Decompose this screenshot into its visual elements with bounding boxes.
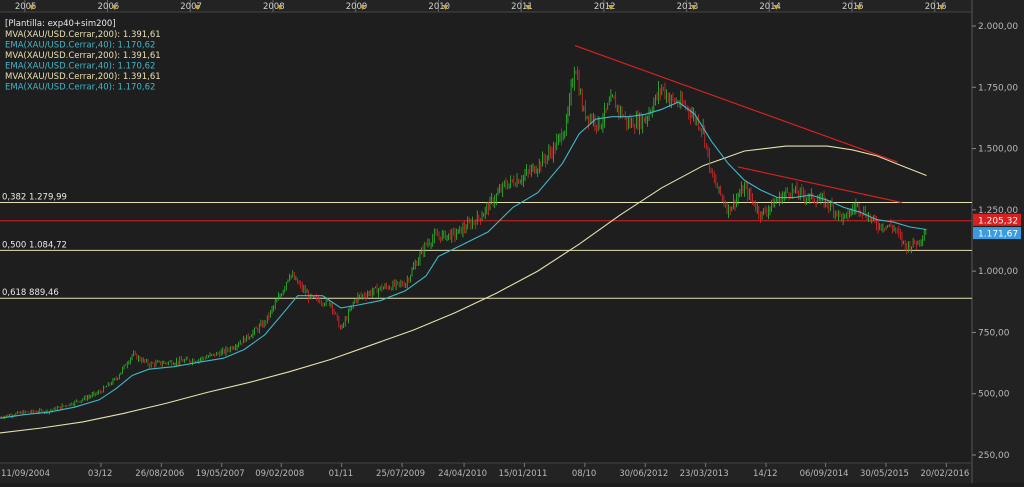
y-tick-label: 750,00 xyxy=(978,328,1010,338)
legend-entry: MVA(XAU/USD.Cerrar,200): 1.391,61 xyxy=(5,72,161,82)
date-tick-label: 23/03/2013 xyxy=(680,469,729,479)
legend-entry: EMA(XAU/USD.Cerrar,40): 1.170,62 xyxy=(5,41,155,51)
date-tick-label: 14/12 xyxy=(753,469,778,479)
date-tick-label: 20/02/2016 xyxy=(920,469,969,479)
date-tick-label: 19/05/2007 xyxy=(196,469,245,479)
legend-entry: MVA(XAU/USD.Cerrar,200): 1.391,61 xyxy=(5,30,161,40)
y-tick-label: 2.000,00 xyxy=(978,22,1018,32)
date-tick-label: 25/07/2009 xyxy=(376,469,425,479)
y-tick-label: 1.000,00 xyxy=(978,267,1018,277)
y-tick-label: 1.500,00 xyxy=(978,145,1018,155)
fib-level-label: 0,618 889,46 xyxy=(2,288,59,298)
y-tick-label: 500,00 xyxy=(978,390,1010,400)
template-label: [Plantilla: exp40+sim200] xyxy=(5,19,116,29)
date-tick-label: 08/10 xyxy=(572,469,597,479)
price-badge-label: 1.205,32 xyxy=(978,216,1018,226)
fib-level-label: 0,382 1.279,99 xyxy=(2,193,67,203)
top-axis-panel xyxy=(0,0,972,12)
legend-entry: EMA(XAU/USD.Cerrar,40): 1.170,62 xyxy=(5,62,155,72)
chart-svg: 2.000,001.750,001.500,001.250,001.000,00… xyxy=(0,0,1024,483)
date-tick-label: 03/12 xyxy=(88,469,113,479)
date-tick-label: 01/11 xyxy=(329,469,354,479)
fib-level-label: 0,500 1.084,72 xyxy=(2,240,67,250)
right-axis-panel xyxy=(972,0,1024,483)
y-tick-label: 1.750,00 xyxy=(978,83,1018,93)
price-badge-label: 1.171,67 xyxy=(978,230,1018,240)
chart: 2.000,00 1.750,00 1.500,00 1.250,00 1.000,00… xyxy=(0,0,1024,483)
date-tick-label: 24/04/2010 xyxy=(438,469,487,479)
legend-entry: MVA(XAU/USD.Cerrar,200): 1.391,61 xyxy=(5,51,161,61)
date-tick-label: 15/01/2011 xyxy=(498,469,547,479)
date-tick-label: 30/05/2015 xyxy=(860,469,909,479)
y-tick-label: 250,00 xyxy=(978,451,1010,461)
date-tick-label: 26/08/2006 xyxy=(135,469,184,479)
date-tick-label: 06/09/2014 xyxy=(800,469,849,479)
date-tick-label: 09/02/2008 xyxy=(255,469,304,479)
date-tick-label: 11/09/2004 xyxy=(1,469,50,479)
legend-entry: EMA(XAU/USD.Cerrar,40): 1.170,62 xyxy=(5,83,155,93)
legend: [Plantilla: exp40+sim200] MVA(XAU/USD.Ce… xyxy=(5,19,161,93)
date-tick-label: 30/06/2012 xyxy=(619,469,668,479)
